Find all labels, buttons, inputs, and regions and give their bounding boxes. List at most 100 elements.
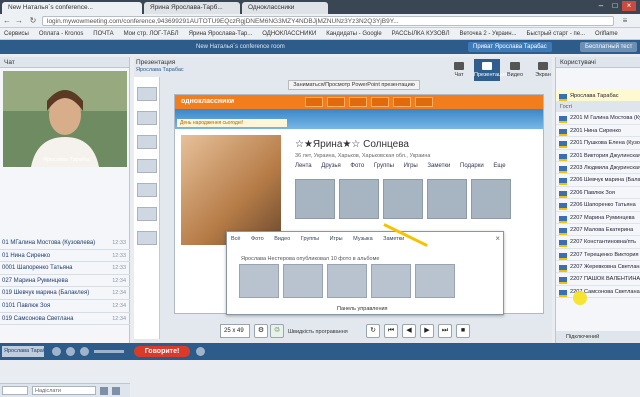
feed-photo[interactable] xyxy=(415,264,455,298)
user-row[interactable]: 2201 М Галина Мостова (Кузов xyxy=(556,112,640,125)
profile-menu-item[interactable]: Группы xyxy=(374,163,394,169)
ok-discussions-icon[interactable] xyxy=(327,97,345,107)
forward-icon[interactable]: → xyxy=(14,16,24,26)
ok-guests-icon[interactable] xyxy=(371,97,389,107)
first-slide-icon[interactable]: ⏮ xyxy=(384,324,398,338)
bookmark[interactable]: Мои стр. ЛОГ-ТАБЛ xyxy=(120,28,183,39)
slide-thumbnail[interactable] xyxy=(137,207,157,221)
photo-thumbnail[interactable] xyxy=(383,179,423,219)
user-row[interactable]: 2207 Самсонова Светлана xyxy=(556,286,640,299)
volume-slider[interactable] xyxy=(94,350,124,353)
user-row[interactable]: 2207 Марина Руминцева xyxy=(556,212,640,224)
profile-photo[interactable] xyxy=(181,135,281,245)
slide-thumbnail[interactable] xyxy=(137,87,157,101)
back-icon[interactable]: ← xyxy=(2,16,12,26)
bookmark[interactable]: Ярина Ярослава-Тар... xyxy=(185,28,257,39)
talk-button[interactable]: Говорите! xyxy=(134,346,190,357)
user-row[interactable]: 2207 ПАШОК ВАЛЕНТИНА xyxy=(556,273,640,286)
user-row[interactable]: 2206 Шевчук марина (Балак xyxy=(556,174,640,187)
profile-menu-item[interactable]: Заметки xyxy=(427,163,450,169)
next-slide-icon[interactable]: ▶ xyxy=(420,324,434,338)
profile-menu-item[interactable]: Друзья xyxy=(321,163,340,169)
bookmark[interactable]: Веточка 2 - Украин... xyxy=(455,28,520,39)
photo-thumbnail[interactable] xyxy=(339,179,379,219)
chat-send-input[interactable]: Надіслати xyxy=(32,386,96,395)
microphone-icon[interactable] xyxy=(66,347,75,356)
stop-icon[interactable]: ■ xyxy=(456,324,470,338)
ok-events-icon[interactable] xyxy=(393,97,411,107)
user-row[interactable]: 2207 Малова Екатерина xyxy=(556,224,640,237)
popup-tab[interactable]: Видео xyxy=(274,236,290,242)
bookmark[interactable]: РАССЫЛКА КУЗОВЛ xyxy=(388,28,454,39)
minimize-icon[interactable]: – xyxy=(594,1,608,11)
ok-music-icon[interactable] xyxy=(415,97,433,107)
user-row[interactable]: 2206 Шапоренко Татьяна xyxy=(556,199,640,212)
photo-thumbnail[interactable] xyxy=(471,179,511,219)
host-user[interactable]: Ярослава Тарабас xyxy=(556,90,640,103)
user-row[interactable]: 2201 Нина Сиренко xyxy=(556,125,640,138)
ok-notifications-icon[interactable] xyxy=(349,97,367,107)
user-row[interactable]: 2207 Терещенко Виктория xyxy=(556,249,640,262)
profile-menu-item[interactable]: Подарки xyxy=(460,163,484,169)
bookmark[interactable]: Оплата - Кrолos xyxy=(35,28,88,39)
settings-icon[interactable]: ⚙ xyxy=(254,324,268,338)
zoom-select[interactable]: 25 x 49 xyxy=(220,324,250,338)
tab-presentation-view[interactable]: Презентация xyxy=(474,59,507,81)
last-slide-icon[interactable]: ⏭ xyxy=(438,324,452,338)
slide-thumbnail[interactable] xyxy=(137,183,157,197)
tab-ok[interactable]: Одноклассники xyxy=(242,2,328,14)
user-row[interactable]: 2201 Виктория Джулинская xyxy=(556,150,640,162)
popup-tab[interactable]: Группы xyxy=(301,236,319,242)
slide-thumbnail[interactable] xyxy=(137,135,157,149)
bookmark[interactable]: Сервисы xyxy=(0,28,33,39)
smiley-icon[interactable] xyxy=(100,387,108,395)
maximize-icon[interactable]: □ xyxy=(608,1,622,11)
bookmark[interactable]: ОДНОКЛАССНИКИ xyxy=(258,28,320,39)
bookmark[interactable]: Кандидаты - Google xyxy=(322,28,385,39)
menu-icon[interactable]: ≡ xyxy=(620,16,630,26)
tab-video-view[interactable]: Видео xyxy=(502,59,528,81)
refresh-icon[interactable]: ↻ xyxy=(366,324,380,338)
profile-menu-item[interactable]: Фото xyxy=(350,163,364,169)
popup-tab[interactable]: Всё xyxy=(231,236,240,242)
tab-conference[interactable]: New Наталья`s conference... xyxy=(2,2,142,14)
feed-photo[interactable] xyxy=(283,264,323,298)
feed-photo[interactable] xyxy=(327,264,367,298)
recycle-icon[interactable]: ♲ xyxy=(270,324,284,338)
free-test-button[interactable]: Бесплатный тест xyxy=(580,42,638,52)
slide-thumbnail[interactable] xyxy=(137,159,157,173)
bookmark[interactable]: ПОЧТА xyxy=(89,28,117,39)
speaker-icon[interactable] xyxy=(80,347,89,356)
user-row[interactable]: 2201 Пушкова Елена (Кузо xyxy=(556,137,640,150)
photo-thumbnail[interactable] xyxy=(295,179,335,219)
reload-icon[interactable]: ↻ xyxy=(28,16,38,26)
profile-menu-item[interactable]: Еще xyxy=(493,163,505,169)
address-bar[interactable]: login.mywowmeeting.com/conference,943699… xyxy=(42,16,614,26)
popup-tab[interactable]: Фото xyxy=(251,236,264,242)
popup-tab[interactable]: Заметки xyxy=(383,236,404,242)
slide-thumbnail[interactable] xyxy=(137,111,157,125)
bookmark[interactable]: Быстрый старт - пе... xyxy=(523,28,590,39)
profile-menu-item[interactable]: Лента xyxy=(295,163,312,169)
popup-tab[interactable]: Музыка xyxy=(353,236,372,242)
feed-photo[interactable] xyxy=(371,264,411,298)
photo-thumbnail[interactable] xyxy=(427,179,467,219)
tab-profile[interactable]: Ярина Ярослава-Тарб... xyxy=(144,2,240,14)
close-icon[interactable]: × xyxy=(622,1,636,11)
tab-chat-view[interactable]: Чат xyxy=(446,59,472,81)
slide-thumbnail[interactable] xyxy=(137,231,157,245)
user-row[interactable]: 2206 Павлюк Зоя xyxy=(556,187,640,200)
tab-screen-view[interactable]: Экран xyxy=(530,59,556,81)
bookmark[interactable]: Oriflame xyxy=(591,28,622,39)
draw-icon[interactable] xyxy=(196,347,205,356)
feed-photo[interactable] xyxy=(239,264,279,298)
user-row[interactable]: 2203 Людмила Джуринская xyxy=(556,162,640,175)
profile-menu-item[interactable]: Игры xyxy=(404,163,418,169)
user-row[interactable]: 2207 Константиновна/пть xyxy=(556,236,640,249)
ok-messages-icon[interactable] xyxy=(305,97,323,107)
popup-close-icon[interactable]: × xyxy=(495,234,500,243)
previous-slide-icon[interactable]: ◀ xyxy=(402,324,416,338)
camera-icon[interactable] xyxy=(52,347,61,356)
user-row[interactable]: 2207 Жеревковна Светлана xyxy=(556,261,640,274)
chat-target-select[interactable] xyxy=(2,386,28,395)
